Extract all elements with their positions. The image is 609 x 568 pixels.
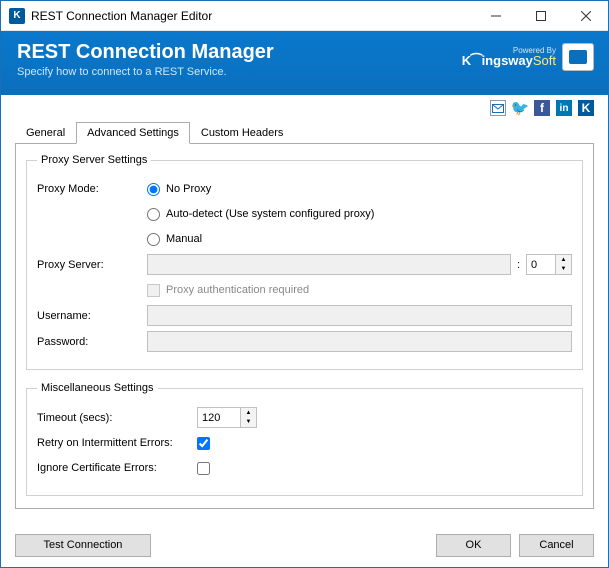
misc-settings-group: Miscellaneous Settings Timeout (secs): ▲… xyxy=(26,382,583,496)
proxy-server-input[interactable] xyxy=(147,254,511,275)
proxy-mode-manual[interactable]: Manual xyxy=(147,233,202,246)
ignore-cert-label: Ignore Certificate Errors: xyxy=(37,462,197,474)
proxy-group-legend: Proxy Server Settings xyxy=(37,154,151,166)
dialog-footer: Test Connection OK Cancel xyxy=(1,523,608,567)
maximize-button[interactable] xyxy=(518,1,563,30)
brand-name-part2: Soft xyxy=(533,53,556,68)
maximize-icon xyxy=(536,11,546,21)
proxy-mode-manual-radio[interactable] xyxy=(147,233,160,246)
proxy-mode-label: Proxy Mode: xyxy=(37,183,147,195)
proxy-mode-no-proxy-radio[interactable] xyxy=(147,183,160,196)
proxy-mode-manual-label: Manual xyxy=(166,233,202,245)
proxy-port-down[interactable]: ▼ xyxy=(555,265,571,275)
ok-button[interactable]: OK xyxy=(436,534,511,557)
close-button[interactable] xyxy=(563,1,608,30)
brand-logo: Powered By K⁀ingswaySoft xyxy=(462,43,594,71)
proxy-server-label: Proxy Server: xyxy=(37,259,147,271)
proxy-mode-auto-label: Auto-detect (Use system configured proxy… xyxy=(166,208,374,220)
tab-general[interactable]: General xyxy=(15,122,76,144)
header-banner: REST Connection Manager Specify how to c… xyxy=(1,31,608,95)
social-row: 🐦 f in K xyxy=(1,95,608,121)
proxy-auth-checkbox[interactable] xyxy=(147,284,160,297)
ignore-cert-checkbox[interactable] xyxy=(197,462,210,475)
timeout-label: Timeout (secs): xyxy=(37,412,197,424)
retry-checkbox[interactable] xyxy=(197,437,210,450)
brand-name-part1: K⁀ingsway xyxy=(462,53,533,68)
brand-logo-box xyxy=(562,43,594,71)
tab-advanced-settings[interactable]: Advanced Settings xyxy=(76,122,190,144)
proxy-mode-no-proxy-label: No Proxy xyxy=(166,183,211,195)
close-icon xyxy=(581,11,591,21)
tab-strip: General Advanced Settings Custom Headers xyxy=(1,122,608,144)
advanced-settings-panel: Proxy Server Settings Proxy Mode: No Pro… xyxy=(15,143,594,509)
titlebar: K REST Connection Manager Editor xyxy=(1,1,608,31)
linkedin-icon[interactable]: in xyxy=(556,100,572,116)
proxy-mode-auto-radio[interactable] xyxy=(147,208,160,221)
test-connection-button[interactable]: Test Connection xyxy=(15,534,151,557)
twitter-icon[interactable]: 🐦 xyxy=(512,100,528,116)
timeout-down[interactable]: ▼ xyxy=(240,418,256,428)
misc-group-legend: Miscellaneous Settings xyxy=(37,382,158,394)
tab-custom-headers[interactable]: Custom Headers xyxy=(190,122,295,144)
app-icon: K xyxy=(9,8,25,24)
proxy-mode-no-proxy[interactable]: No Proxy xyxy=(147,183,211,196)
minimize-icon xyxy=(491,11,501,21)
password-label: Password: xyxy=(37,336,147,348)
retry-label: Retry on Intermittent Errors: xyxy=(37,437,197,449)
kingswaysoft-icon[interactable]: K xyxy=(578,100,594,116)
proxy-mode-auto[interactable]: Auto-detect (Use system configured proxy… xyxy=(147,208,374,221)
username-label: Username: xyxy=(37,310,147,322)
username-input[interactable] xyxy=(147,305,572,326)
window-title: REST Connection Manager Editor xyxy=(31,9,473,23)
proxy-port-separator: : xyxy=(517,259,520,271)
facebook-icon[interactable]: f xyxy=(534,100,550,116)
dialog-window: K REST Connection Manager Editor REST Co… xyxy=(0,0,609,568)
timeout-up[interactable]: ▲ xyxy=(240,408,256,418)
proxy-server-settings-group: Proxy Server Settings Proxy Mode: No Pro… xyxy=(26,154,583,370)
minimize-button[interactable] xyxy=(473,1,518,30)
cancel-button[interactable]: Cancel xyxy=(519,534,594,557)
proxy-auth-label: Proxy authentication required xyxy=(166,284,309,296)
proxy-port-up[interactable]: ▲ xyxy=(555,255,571,265)
email-icon[interactable] xyxy=(490,100,506,116)
password-input[interactable] xyxy=(147,331,572,352)
